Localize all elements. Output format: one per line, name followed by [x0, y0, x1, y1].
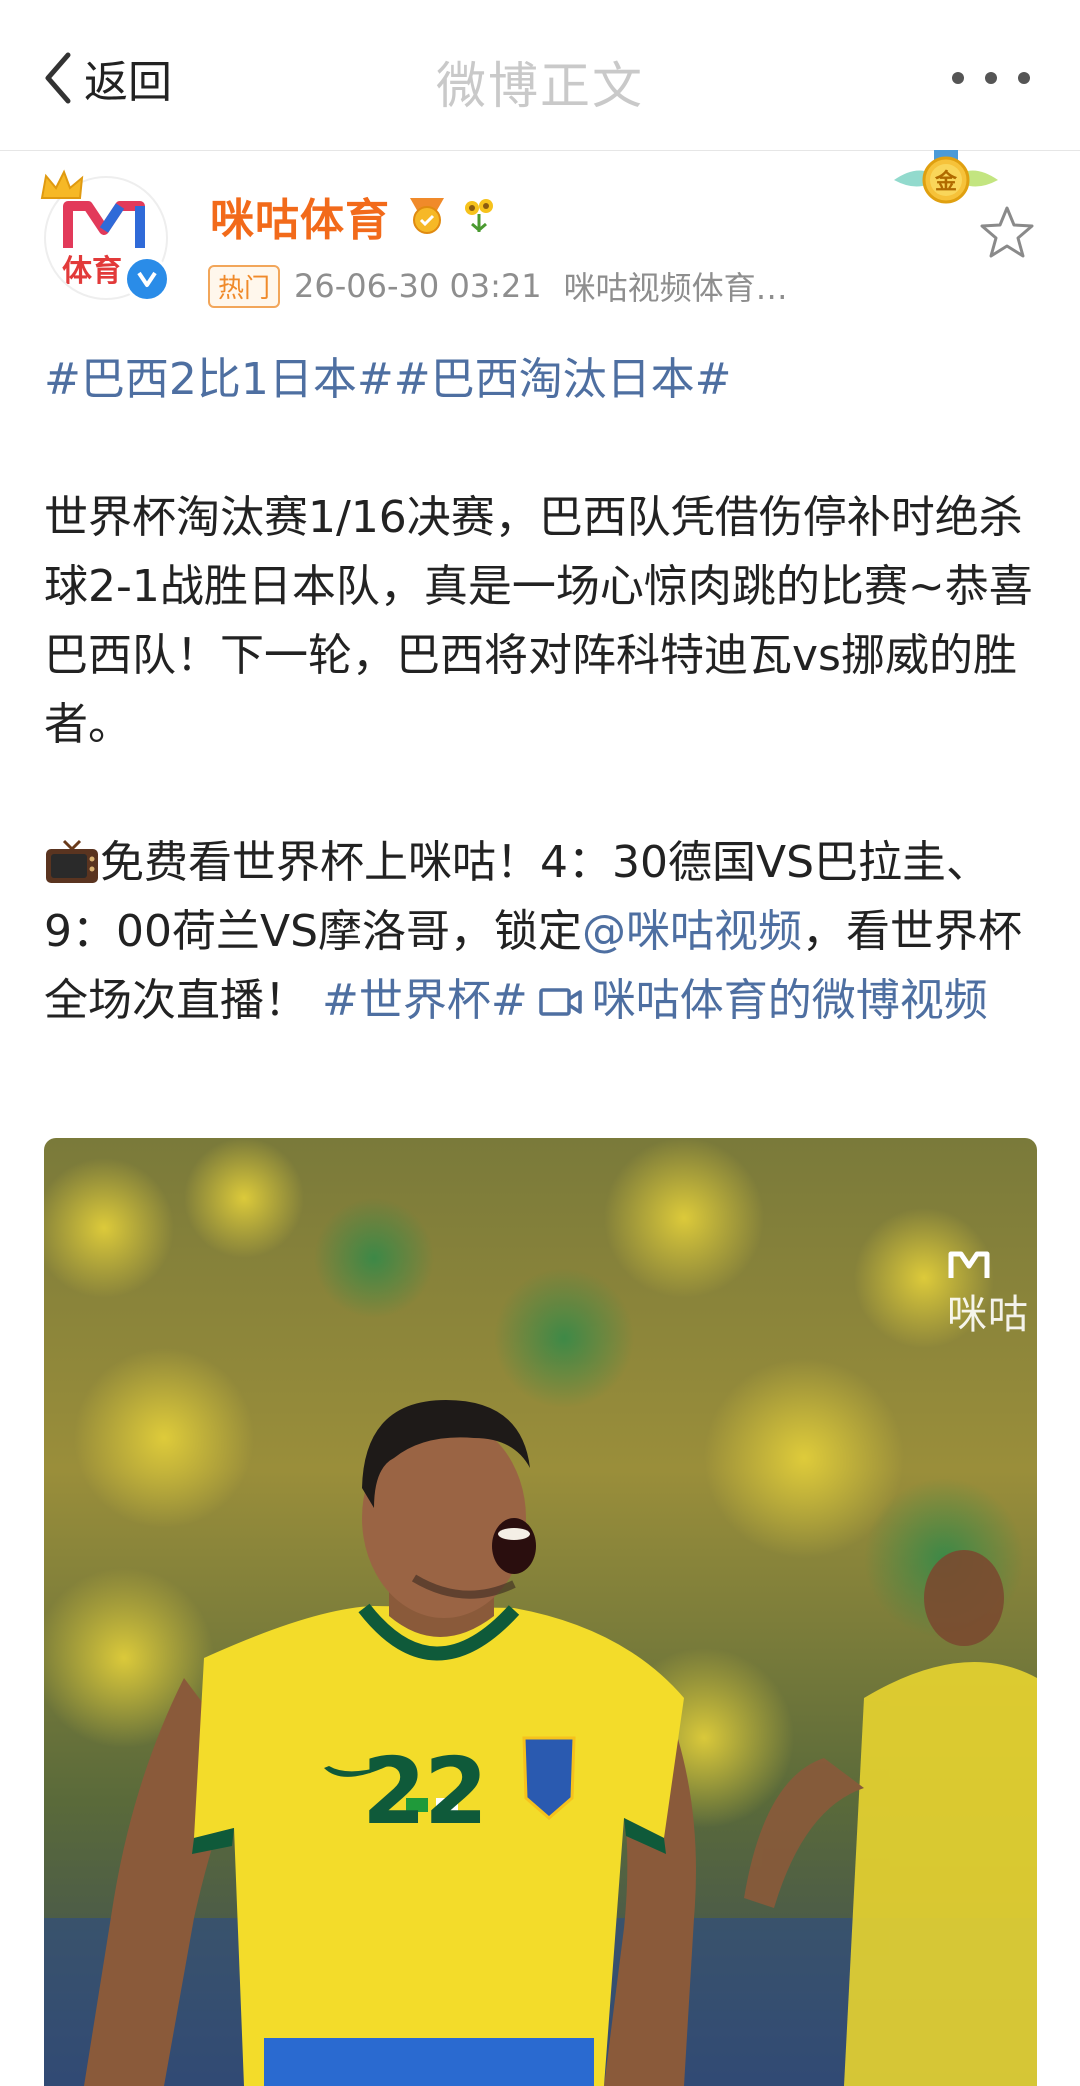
- video-link[interactable]: 咪咕体育的微博视频: [592, 975, 988, 1026]
- top-nav-bar: 返回 微博正文: [0, 0, 1080, 151]
- avatar-text: 体育: [62, 254, 122, 289]
- post-source[interactable]: 咪咕视频体育…: [564, 263, 788, 309]
- flower-icon: [465, 199, 493, 232]
- more-options-button[interactable]: [952, 68, 1030, 88]
- watermark: 咪咕: [947, 1250, 1029, 1340]
- hot-badge: 热门: [208, 264, 281, 308]
- author-name[interactable]: 咪咕体育: [210, 184, 390, 248]
- post-meta: 热门 26-06-30 03:21 咪咕视频体育…: [208, 262, 788, 310]
- tv-icon: [46, 839, 98, 883]
- star-icon[interactable]: [978, 204, 1036, 262]
- mention-link[interactable]: @咪咕视频: [582, 906, 802, 957]
- page-title: 微博正文: [436, 57, 644, 115]
- crown-icon: [40, 169, 84, 199]
- gold-medal-text: 金: [935, 170, 958, 195]
- post-time: 26-06-30 03:21: [294, 267, 542, 305]
- post-paragraph-1: 世界杯淘汰赛1/16决赛，巴西队凭借伤停补时绝杀球2-1战胜日本队，真是一场心惊…: [44, 492, 1033, 750]
- jersey-number: 22: [362, 1738, 488, 1845]
- hashtag-links[interactable]: #巴西2比1日本##巴西淘汰日本#: [44, 354, 731, 405]
- photo-illustration: [44, 1138, 1037, 2086]
- verified-icon: [124, 256, 170, 302]
- more-icon-dot: [1018, 72, 1030, 84]
- migu-watermark-icon: [948, 1251, 990, 1278]
- more-icon-dot: [985, 72, 997, 84]
- post-image[interactable]: 22 咪咕: [44, 1138, 1037, 2086]
- topic-link[interactable]: #世界杯#: [322, 975, 528, 1026]
- medal-icon: [410, 198, 444, 234]
- post-paragraph-2: 免费看世界杯上咪咕！4：30德国VS巴拉圭、9：00荷兰VS摩洛哥，锁定@咪咕视…: [44, 828, 1034, 1035]
- watermark-text: 咪咕: [947, 1292, 1029, 1338]
- post-body: #巴西2比1日本##巴西淘汰日本# 世界杯淘汰赛1/16决赛，巴西队凭借伤停补时…: [44, 345, 1034, 1035]
- author-avatar[interactable]: 体育: [40, 169, 170, 302]
- video-icon: [538, 988, 582, 1016]
- more-icon: [952, 72, 964, 84]
